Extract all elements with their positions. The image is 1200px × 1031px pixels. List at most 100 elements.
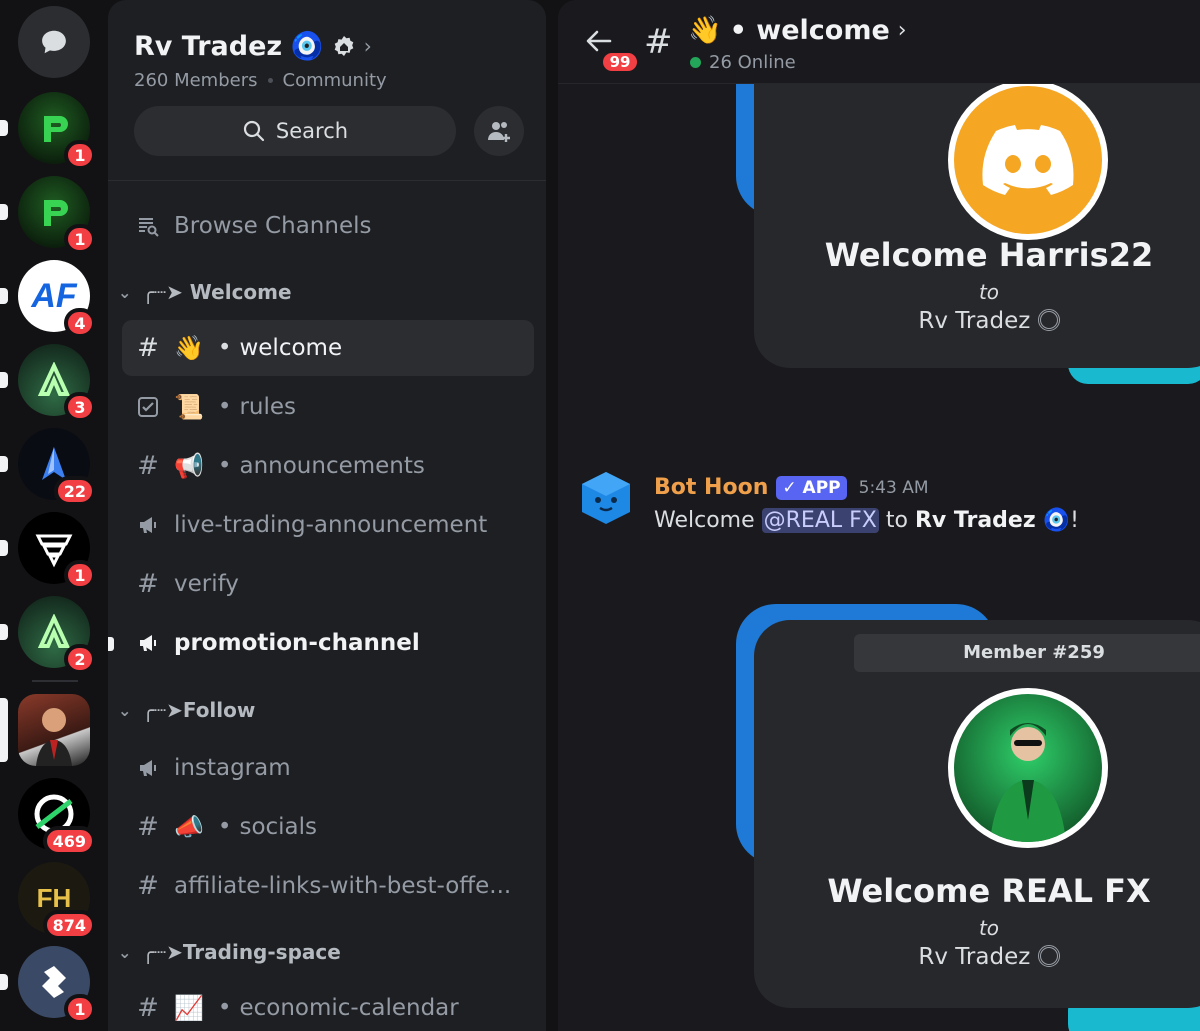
category-follow[interactable]: ⌄ ╭┈➤Follow <box>118 698 255 722</box>
channel-label: rules <box>239 394 297 420</box>
server-emoji: 🧿 <box>290 31 324 62</box>
message-prefix: Welcome <box>654 508 755 533</box>
announcement-icon <box>136 631 160 655</box>
channel-instagram[interactable]: instagram <box>122 740 534 796</box>
server-icon-p-2[interactable]: 1 <box>0 176 96 254</box>
server-icon-flame[interactable]: 1 <box>0 946 96 1024</box>
notification-badge: 874 <box>42 910 96 940</box>
welcome-to: to <box>978 916 1000 940</box>
message-server: Rv Tradez <box>914 508 1036 533</box>
notification-badge: 469 <box>42 826 96 856</box>
browse-list-icon <box>136 214 160 238</box>
unread-indicator <box>108 637 114 651</box>
channel-welcome[interactable]: # 👋 • welcome <box>122 320 534 376</box>
channel-socials[interactable]: # 📣 • socials <box>122 799 534 855</box>
server-header[interactable]: Rv Tradez 🧿 › <box>134 30 372 63</box>
server-icon-rv-tradez[interactable] <box>0 694 90 766</box>
unread-badge: 99 <box>600 50 640 74</box>
bullet: • <box>217 995 232 1021</box>
channel-sidebar: Rv Tradez 🧿 › 260 Members Community Sear… <box>108 0 546 1031</box>
unread-pill <box>0 120 8 136</box>
search-button[interactable]: Search <box>134 106 456 156</box>
notification-badge: 22 <box>53 476 96 506</box>
channel-label: promotion-channel <box>174 630 420 656</box>
meta-separator <box>267 78 273 83</box>
author-name[interactable]: Bot Hoon <box>654 475 768 500</box>
fh-logo-text: FH <box>36 882 72 913</box>
add-user-icon <box>486 118 512 144</box>
server-name: Rv Tradez <box>134 30 283 62</box>
megaphone-emoji: 📣 <box>174 813 204 841</box>
browse-channels-label: Browse Channels <box>174 213 372 239</box>
channel-label: welcome <box>239 335 343 361</box>
category-label: ╭┈➤Trading-space <box>142 940 341 964</box>
channel-economic-calendar[interactable]: # 📈 • economic-calendar <box>122 980 534 1031</box>
channel-announcements[interactable]: # 📢 • announcements <box>122 438 534 494</box>
swirl-icon <box>1037 945 1060 967</box>
user-mention[interactable]: @REAL FX <box>761 508 879 533</box>
server-icon-cft[interactable]: 1 <box>0 512 96 590</box>
chevron-down-icon: ⌄ <box>118 942 132 962</box>
direct-messages-button[interactable] <box>18 6 90 78</box>
channel-label: economic-calendar <box>239 995 459 1021</box>
discord-avatar <box>948 80 1108 240</box>
channel-rules[interactable]: 📜 • rules <box>122 379 534 435</box>
invite-members-button[interactable] <box>474 106 524 156</box>
chevron-down-icon: ⌄ <box>118 282 132 302</box>
welcome-server-name: Rv Tradez <box>918 308 1031 334</box>
chart-emoji: 📈 <box>174 994 204 1022</box>
welcome-server-name: Rv Tradez <box>918 944 1031 970</box>
hash-icon: # <box>137 812 159 842</box>
category-welcome[interactable]: ⌄ ╭┈➤ Welcome <box>118 280 292 304</box>
unread-pill <box>0 540 8 556</box>
bot-avatar[interactable] <box>578 470 634 526</box>
server-icon-arrow[interactable]: 22 <box>0 428 96 506</box>
message-middle: to <box>885 508 908 533</box>
server-icon-a-1[interactable]: 3 <box>0 344 96 422</box>
channel-affiliate-links[interactable]: # affiliate-links-with-best-offe... <box>122 858 534 914</box>
hash-icon: # <box>137 333 159 363</box>
notification-badge: 1 <box>64 994 96 1024</box>
bullet: • <box>217 814 232 840</box>
welcome-card-real-fx[interactable]: Member #259 Welcome REAL FX to Rv Tradez <box>754 620 1200 1008</box>
hash-icon: # <box>644 22 673 62</box>
search-label: Search <box>275 119 349 143</box>
channel-title-text: • welcome <box>729 14 890 46</box>
wave-emoji: 👋 <box>174 334 204 362</box>
hash-icon: # <box>137 993 159 1023</box>
online-status: 26 Online <box>690 52 796 73</box>
channel-promotion-channel[interactable]: promotion-channel <box>122 615 534 671</box>
megaphone-emoji: 📢 <box>174 452 204 480</box>
server-icon-a-2[interactable]: 2 <box>0 596 96 674</box>
announcement-icon <box>136 513 160 537</box>
server-icon-p-1[interactable]: 1 <box>0 92 96 170</box>
announcement-icon <box>136 756 160 780</box>
member-number: Member #259 <box>854 634 1200 672</box>
server-rail: 1 1 AF 4 3 22 1 2 469 FH 874 1 <box>0 0 108 1031</box>
chevron-right-icon: › <box>363 34 372 58</box>
message-header: Bot Hoon ✓ APP 5:43 AM <box>654 475 929 500</box>
welcome-to: to <box>978 280 1000 304</box>
swirl-icon <box>1037 309 1060 331</box>
server-icon-fh[interactable]: FH 874 <box>18 862 96 940</box>
server-meta: 260 Members Community <box>134 70 387 91</box>
message-emoji: 🧿 <box>1042 508 1071 533</box>
server-icon-af[interactable]: AF 4 <box>0 260 96 338</box>
channel-verify[interactable]: # verify <box>122 556 534 612</box>
category-label: ╭┈➤ Welcome <box>142 280 292 304</box>
channel-label: live-trading-announcement <box>174 512 488 538</box>
browse-channels-item[interactable]: Browse Channels <box>122 198 534 254</box>
channel-label: verify <box>174 571 239 597</box>
selected-pill <box>0 698 8 762</box>
hash-icon: # <box>137 451 159 481</box>
channel-title[interactable]: 👋 • welcome › <box>688 14 907 47</box>
chat-panel: 99 # 👋 • welcome › 26 Online Welcome Har… <box>558 0 1200 1031</box>
channel-live-trading-announcement[interactable]: live-trading-announcement <box>122 497 534 553</box>
chevron-down-icon: ⌄ <box>118 700 132 720</box>
chat-bubble-icon <box>18 6 90 78</box>
server-icon-ring[interactable]: 469 <box>18 778 96 856</box>
avatar-photo-icon <box>18 694 90 766</box>
category-trading-space[interactable]: ⌄ ╭┈➤Trading-space <box>118 940 341 964</box>
unread-pill <box>0 974 8 990</box>
welcome-title: Welcome REAL FX <box>827 872 1151 910</box>
